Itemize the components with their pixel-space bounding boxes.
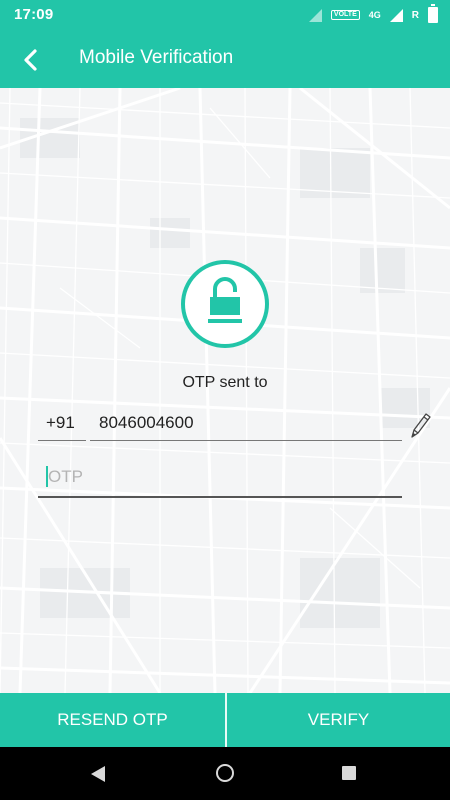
status-bar: 17:09 VOLTE 4G R — [0, 0, 450, 30]
phone-number-value: 8046004600 — [99, 413, 194, 432]
app-bar: Mobile Verification — [0, 30, 450, 88]
edit-phone-button[interactable] — [408, 408, 432, 442]
page-title: Mobile Verification — [79, 47, 234, 68]
chevron-left-icon — [24, 49, 37, 71]
nav-back-icon[interactable] — [91, 766, 105, 782]
lock-badge — [181, 260, 269, 348]
otp-field[interactable] — [38, 460, 402, 498]
volte-badge: VOLTE — [330, 10, 360, 20]
country-code-field[interactable]: +91 — [38, 406, 86, 441]
status-icons: VOLTE 4G R — [308, 4, 438, 25]
phone-number-field[interactable]: 8046004600 — [90, 406, 402, 441]
lock-icon — [208, 277, 242, 323]
roaming-indicator: R — [411, 9, 419, 21]
resend-otp-button[interactable]: RESEND OTP — [0, 693, 225, 747]
action-bar: RESEND OTP VERIFY — [0, 693, 450, 747]
signal-icon — [308, 8, 322, 22]
otp-sent-label: OTP sent to — [182, 374, 268, 391]
verify-button[interactable]: VERIFY — [227, 693, 450, 747]
signal-strength-icon — [389, 8, 403, 22]
status-time: 17:09 — [14, 6, 54, 23]
network-type-label: 4G — [368, 9, 381, 20]
pencil-icon — [411, 413, 431, 438]
back-button[interactable] — [14, 44, 46, 76]
system-navigation-bar — [0, 747, 450, 800]
battery-icon — [428, 4, 438, 23]
otp-input[interactable] — [48, 465, 388, 489]
nav-home-icon[interactable] — [216, 764, 234, 782]
nav-recents-icon[interactable] — [342, 766, 356, 780]
mobile-verification-screen: 17:09 VOLTE 4G R Mobile Verification OTP… — [0, 0, 450, 800]
country-code-value: +91 — [46, 413, 75, 432]
